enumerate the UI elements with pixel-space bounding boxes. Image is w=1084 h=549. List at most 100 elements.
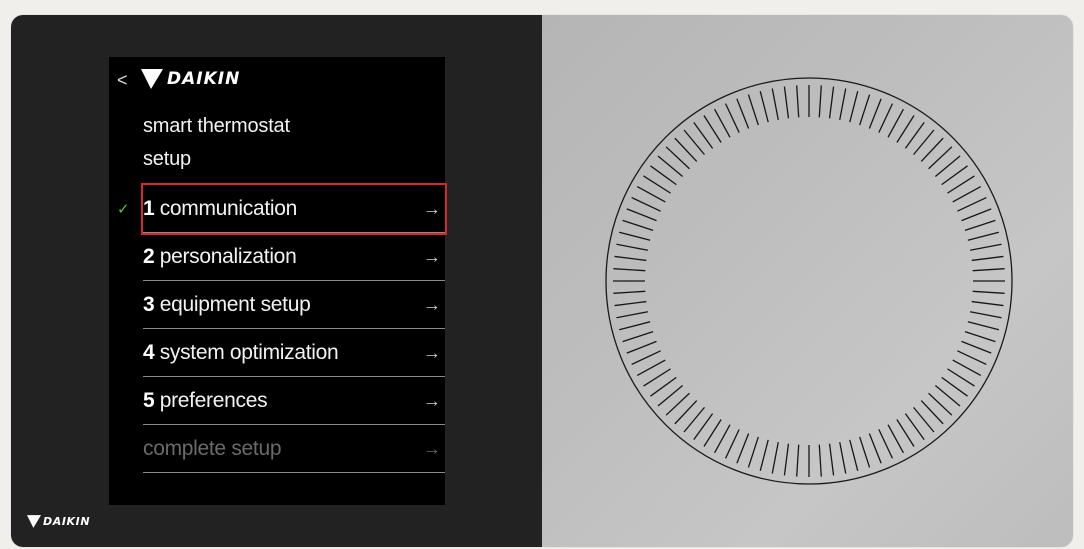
dial-tick [859, 94, 871, 126]
dial-tick [957, 350, 987, 366]
menu-item-label: personalization [159, 244, 297, 268]
dial-ticks [613, 85, 1005, 477]
menu-item-equipment-setup[interactable]: 3 equipment setup → [143, 281, 445, 329]
dial-tick [952, 359, 982, 376]
dial-tick [828, 86, 835, 119]
check-icon: ✓ [117, 200, 130, 218]
dial-tick [818, 85, 822, 118]
menu-item-label: complete setup [143, 436, 282, 460]
dial-tick [626, 208, 657, 222]
dial-tick [636, 186, 666, 203]
dial-tick [616, 243, 649, 251]
dial-tick [961, 340, 992, 354]
device-right-panel [542, 15, 1073, 547]
dial-tick [971, 300, 1004, 307]
menu-item-number: 5 [143, 388, 155, 412]
arrow-right-icon: → [423, 390, 441, 410]
setup-menu: ✓ 1 communication → 2 personalization → … [117, 183, 447, 473]
dial-tick [613, 268, 646, 272]
dial-tick [759, 90, 769, 123]
dial-tick [947, 368, 975, 387]
thermostat-dial-icon[interactable] [604, 76, 1014, 486]
dial-tick [952, 186, 982, 203]
arrow-right-icon: → [423, 342, 441, 362]
device-frame: < DAIKIN smart thermostat setup ✓ 1 comm… [11, 15, 1073, 547]
menu-item-label: equipment setup [159, 292, 311, 316]
daikin-logo: DAIKIN [141, 69, 240, 89]
menu-item-number: 4 [143, 340, 155, 364]
thermostat-screen: < DAIKIN smart thermostat setup ✓ 1 comm… [109, 57, 447, 505]
dial-tick [839, 88, 847, 121]
arrow-right-icon: → [423, 246, 441, 266]
page-title-line1: smart thermostat [143, 115, 290, 137]
menu-item-personalization[interactable]: 2 personalization → [143, 233, 445, 281]
page-title-line2: setup [143, 148, 191, 170]
dial-tick [614, 255, 647, 262]
dial-tick [616, 311, 649, 319]
dial-tick [643, 175, 671, 194]
dial-tick [618, 321, 651, 331]
menu-item-communication[interactable]: ✓ 1 communication → [117, 183, 447, 235]
dial-tick [967, 231, 1000, 241]
dial-tick [839, 441, 847, 474]
menu-item-label: system optimization [159, 340, 339, 364]
dial-tick [724, 103, 740, 133]
device-brand-name: DAIKIN [43, 515, 91, 528]
dial-tick [887, 108, 904, 138]
dial-tick [703, 419, 722, 447]
menu-item-label: communication [159, 196, 298, 220]
dial-tick [631, 196, 661, 212]
dial-tick [796, 444, 800, 477]
dial-tick [971, 255, 1004, 262]
dial-tick [736, 98, 750, 129]
dial-tick [626, 340, 657, 354]
daikin-triangle-logo-icon [27, 515, 41, 528]
dial-tick [878, 103, 894, 133]
dial-tick [972, 268, 1005, 272]
dial-tick [703, 115, 722, 143]
dial-tick [714, 108, 731, 138]
dial-tick [618, 231, 651, 241]
device-brand-logo: DAIKIN [27, 515, 90, 528]
dial-tick [868, 98, 882, 129]
dial-tick [622, 219, 654, 231]
dial-tick [613, 290, 646, 294]
menu-item-preferences[interactable]: 5 preferences → [143, 377, 445, 425]
dial-tick [636, 359, 666, 376]
dial-tick [896, 419, 915, 447]
dial-tick [771, 441, 779, 474]
chevron-left-icon[interactable]: < [117, 67, 128, 93]
dial-tick [783, 443, 790, 476]
dial-tick [964, 219, 996, 231]
dial-tick [747, 94, 759, 126]
dial-tick [736, 433, 750, 464]
dial-tick [783, 86, 790, 119]
dial-tick [964, 331, 996, 343]
dial-tick [631, 350, 661, 366]
menu-item-system-optimization[interactable]: 4 system optimization → [143, 329, 445, 377]
dial-tick [849, 439, 859, 472]
dial-tick [714, 424, 731, 454]
menu-item-number: 2 [143, 244, 155, 268]
dial-tick [643, 368, 671, 387]
dial-tick [896, 115, 915, 143]
dial-tick [818, 444, 822, 477]
dial-tick [887, 424, 904, 454]
dial-tick [868, 433, 882, 464]
dial-tick [849, 90, 859, 123]
dial-tick [969, 311, 1002, 319]
brand-name: DAIKIN [167, 69, 241, 89]
menu-item-number: 1 [143, 196, 155, 220]
dial-tick [972, 290, 1005, 294]
dial-tick [747, 436, 759, 468]
arrow-right-icon: → [423, 294, 441, 314]
arrow-right-icon: → [423, 438, 441, 458]
dial-tick [828, 443, 835, 476]
dial-tick [967, 321, 1000, 331]
menu-item-number: 3 [143, 292, 155, 316]
dial-tick [796, 85, 800, 118]
dial-tick [622, 331, 654, 343]
dial-tick [724, 429, 740, 459]
menu-item-complete-setup[interactable]: complete setup → [143, 425, 445, 473]
dial-tick [614, 300, 647, 307]
